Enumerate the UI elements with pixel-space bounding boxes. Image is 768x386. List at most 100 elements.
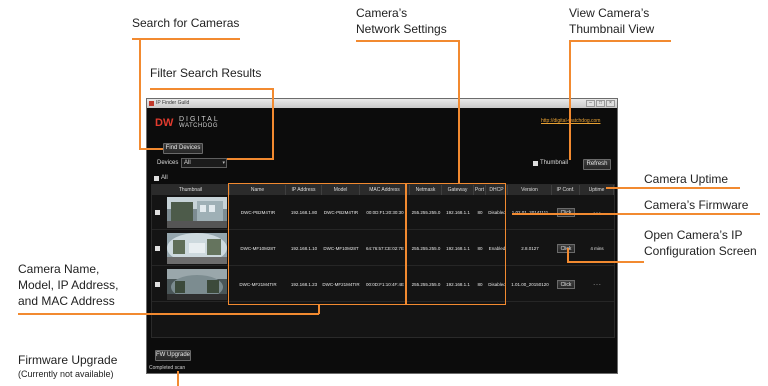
column-header[interactable]: Name bbox=[230, 185, 286, 195]
camera-thumbnail bbox=[167, 233, 227, 264]
devices-filter-select[interactable]: All ▾ bbox=[181, 158, 227, 168]
leader-firmware bbox=[512, 213, 760, 215]
column-header[interactable]: Gateway bbox=[442, 185, 474, 195]
callout-search-cameras: Search for Cameras bbox=[132, 16, 240, 30]
website-link[interactable]: http://digital-watchdog.com bbox=[541, 118, 600, 124]
cell-netmask: 255.255.255.0 bbox=[411, 246, 441, 251]
cell-name: DWC-PB2M4TIR bbox=[240, 210, 276, 215]
leader-ipconfig-v bbox=[567, 248, 569, 262]
cell-uptime: - - - bbox=[593, 282, 601, 287]
devices-filter-label: Devices bbox=[157, 160, 179, 166]
leader-filter-h bbox=[150, 88, 274, 90]
column-header[interactable]: Model bbox=[322, 185, 360, 195]
leader-fw-upgrade bbox=[177, 371, 179, 386]
table-row[interactable]: DWC-MF10M28T 192.168.1.10 DWC-MF10M28T 64:7… bbox=[152, 231, 614, 266]
cell-port: 80 bbox=[477, 246, 483, 251]
leader-search-v bbox=[139, 38, 141, 149]
cell-model: DWC-MF10M28T bbox=[323, 246, 359, 251]
ip-finder-window: IP Finder Guild – □ × DW DIGITAL WATCHDO… bbox=[146, 98, 618, 374]
callout-filter-results: Filter Search Results bbox=[150, 66, 262, 80]
row-checkbox[interactable] bbox=[155, 282, 160, 287]
cell-ip: 192.168.1.23 bbox=[290, 282, 318, 287]
ip-config-button[interactable]: Click bbox=[556, 244, 576, 254]
callout-name-block-line3: and MAC Address bbox=[18, 294, 115, 308]
thumbnail-checkbox[interactable] bbox=[533, 161, 538, 166]
close-icon[interactable]: × bbox=[606, 100, 615, 107]
column-header[interactable]: IP Address bbox=[286, 185, 322, 195]
callout-thumbnail-view-line1: View Camera’s bbox=[569, 6, 650, 20]
camera-thumbnail bbox=[167, 269, 227, 300]
cell-port: 80 bbox=[477, 282, 483, 287]
cell-dhcp: Disabled bbox=[488, 210, 506, 215]
leader-search-h bbox=[132, 38, 240, 40]
row-checkbox[interactable] bbox=[155, 246, 160, 251]
device-table: Thumbnail Name IP Address Model MAC Address N… bbox=[151, 184, 615, 338]
table-row[interactable]: DWC-MF21M4TIR 192.168.1.23 DWC-MF21M4TIR 00… bbox=[152, 267, 614, 302]
cell-ip: 192.168.1.80 bbox=[290, 210, 318, 215]
leader-filter-v bbox=[272, 88, 274, 159]
cell-dhcp: Disabled bbox=[488, 282, 506, 287]
leader-name-h bbox=[18, 313, 319, 315]
leader-ipconfig-h bbox=[567, 261, 644, 263]
cell-version: 2.8.0127 bbox=[521, 246, 539, 251]
maximize-icon[interactable]: □ bbox=[596, 100, 605, 107]
callout-uptime: Camera Uptime bbox=[644, 172, 729, 186]
find-devices-button[interactable]: Find Devices bbox=[163, 143, 203, 154]
cell-ip: 192.168.1.10 bbox=[290, 246, 318, 251]
cell-mac: 00:0D:F1:20:30:30 bbox=[366, 210, 404, 215]
select-all-checkbox[interactable] bbox=[154, 176, 159, 181]
leader-network-v bbox=[458, 40, 460, 183]
cell-name: DWC-MF10M28T bbox=[240, 246, 276, 251]
leader-network-h bbox=[356, 40, 460, 42]
column-header[interactable]: MAC Address bbox=[360, 185, 410, 195]
fw-upgrade-button[interactable]: FW Upgrade bbox=[155, 350, 191, 361]
cell-port: 80 bbox=[477, 210, 483, 215]
callout-name-block-line2: Model, IP Address, bbox=[18, 278, 119, 292]
column-header[interactable]: Netmask bbox=[410, 185, 442, 195]
cell-dhcp: Enabled bbox=[488, 246, 506, 251]
cell-gateway: 192.168.1.1 bbox=[446, 246, 470, 251]
cell-netmask: 255.255.255.0 bbox=[411, 210, 441, 215]
cell-mac: 64:76:57:CE:02:7E bbox=[365, 246, 405, 251]
status-text: Completed scan bbox=[149, 365, 186, 371]
column-header[interactable]: Port bbox=[474, 185, 486, 195]
leader-uptime bbox=[606, 187, 740, 189]
leader-search-h2 bbox=[139, 148, 163, 150]
ip-conf-cell: Click bbox=[552, 267, 580, 302]
cell-gateway: 192.168.1.1 bbox=[446, 210, 470, 215]
leader-filter-h2 bbox=[227, 158, 274, 160]
refresh-button[interactable]: Refresh bbox=[583, 159, 611, 170]
select-all-label: All bbox=[161, 175, 168, 181]
callout-ip-config-line1: Open Camera’s IP bbox=[644, 228, 743, 242]
cell-name: DWC-MF21M4TIR bbox=[239, 282, 277, 287]
row-checkbox[interactable] bbox=[155, 210, 160, 215]
app-icon bbox=[149, 101, 154, 106]
callout-ip-config-line2: Configuration Screen bbox=[644, 244, 757, 258]
ip-config-button[interactable]: Click bbox=[556, 280, 576, 290]
cell-model: DWC-PB2M4TIR bbox=[323, 210, 359, 215]
minimize-icon[interactable]: – bbox=[586, 100, 595, 107]
column-header[interactable]: Version bbox=[508, 185, 552, 195]
callout-fw-upgrade-line1: Firmware Upgrade bbox=[18, 353, 118, 367]
cell-gateway: 192.168.1.1 bbox=[446, 282, 470, 287]
callout-name-block-line1: Camera Name, bbox=[18, 262, 100, 276]
title-bar: IP Finder Guild – □ × bbox=[147, 99, 617, 108]
callout-firmware: Camera’s Firmware bbox=[644, 198, 749, 212]
column-header[interactable]: DHCP bbox=[486, 185, 508, 195]
thumbnail-label: Thumbnail bbox=[540, 160, 569, 166]
leader-thumbnail-h bbox=[569, 40, 671, 42]
cell-netmask: 255.255.255.0 bbox=[411, 282, 441, 287]
callout-network-settings-line1: Camera’s bbox=[356, 6, 408, 20]
callout-thumbnail-view-line2: Thumbnail View bbox=[569, 22, 655, 36]
callout-fw-upgrade-line2: (Currently not available) bbox=[18, 369, 114, 379]
window-title: IP Finder Guild bbox=[156, 100, 190, 106]
chevron-down-icon: ▾ bbox=[222, 160, 225, 166]
column-header[interactable]: Thumbnail bbox=[152, 185, 230, 195]
cell-mac: 00:0D:F1:10:4F:4E bbox=[365, 282, 405, 287]
callout-network-settings-line2: Network Settings bbox=[356, 22, 447, 36]
camera-thumbnail bbox=[167, 197, 227, 228]
column-header[interactable]: IP Conf. bbox=[552, 185, 580, 195]
cell-version: 1.01.00_20150120 bbox=[511, 282, 549, 287]
leader-thumbnail-v bbox=[569, 40, 571, 160]
cell-model: DWC-MF21M4TIR bbox=[322, 282, 360, 287]
